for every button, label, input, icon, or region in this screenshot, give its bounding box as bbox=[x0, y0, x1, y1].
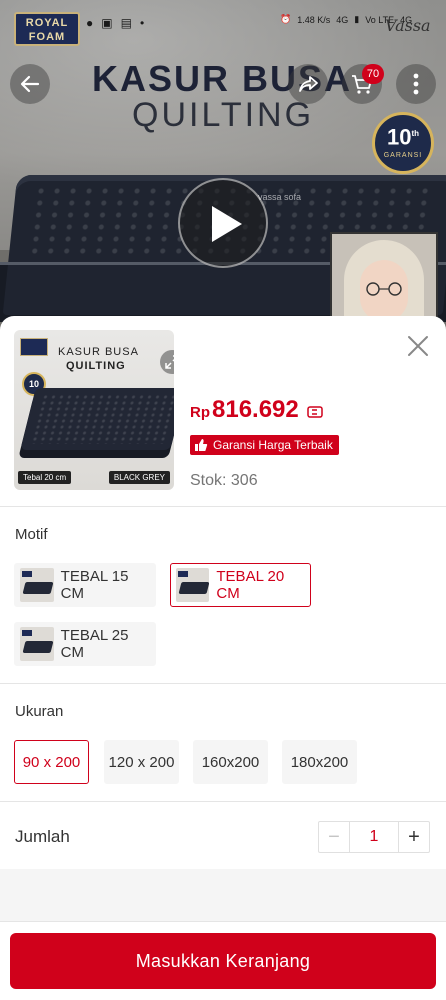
warranty-badge: 10th GARANSI bbox=[372, 112, 434, 174]
network-speed: 1.48 K/s bbox=[297, 14, 331, 25]
size-option-120x200[interactable]: 120 x 200 bbox=[104, 740, 179, 784]
play-icon bbox=[212, 206, 242, 242]
add-to-cart-button[interactable]: Masukkan Keranjang bbox=[10, 933, 436, 989]
thumb-thickness-label: Tebal 20 cm bbox=[18, 471, 72, 484]
motif-option-tebal-25[interactable]: TEBAL 25 CM bbox=[14, 622, 156, 666]
glasses-graphic bbox=[366, 282, 402, 296]
sheet-spacer bbox=[0, 869, 446, 921]
product-price: Rp 816.692 bbox=[190, 396, 323, 424]
back-button[interactable] bbox=[10, 64, 50, 104]
divider bbox=[0, 921, 446, 922]
variant-bottom-sheet: KASUR BUSA QUILTING 10 Tebal 20 cm BLACK… bbox=[0, 316, 446, 1000]
more-button[interactable] bbox=[396, 64, 436, 104]
motif-option-tebal-20[interactable]: TEBAL 20 CM bbox=[170, 563, 311, 607]
product-thumbnail[interactable]: KASUR BUSA QUILTING 10 Tebal 20 cm BLACK… bbox=[14, 330, 174, 490]
bell-notification-icon: ▣ bbox=[101, 16, 113, 30]
quantity-label: Jumlah bbox=[15, 827, 70, 846]
price-currency: Rp bbox=[190, 404, 210, 421]
size-option-90x200[interactable]: 90 x 200 bbox=[14, 740, 89, 784]
thumb-title: KASUR BUSA bbox=[58, 346, 139, 358]
dot-icon: • bbox=[139, 16, 145, 30]
status-bar: ROYAL FOAM ● ▣ ▤ • ⏰ 1.48 K/s 4G ▮ Vo LT… bbox=[0, 0, 446, 56]
watermark-brand: Vassa bbox=[385, 16, 431, 35]
motif-label: Motif bbox=[15, 526, 48, 543]
product-hero: ROYAL FOAM ● ▣ ▤ • ⏰ 1.48 K/s 4G ▮ Vo LT… bbox=[0, 0, 446, 340]
share-button[interactable] bbox=[288, 64, 328, 104]
motif-option-tebal-15[interactable]: TEBAL 15 CM bbox=[14, 563, 156, 607]
video-watermark: vassa sofa bbox=[258, 192, 302, 202]
close-icon bbox=[408, 336, 428, 356]
share-icon bbox=[299, 76, 318, 92]
stock-count: Stok: 306 bbox=[190, 472, 258, 489]
variant-thumbnail bbox=[20, 627, 54, 661]
best-price-guarantee-badge[interactable]: Garansi Harga Terbaik bbox=[190, 435, 339, 455]
ukuran-label: Ukuran bbox=[15, 703, 64, 720]
divider bbox=[0, 506, 446, 507]
close-sheet-button[interactable] bbox=[404, 332, 432, 360]
divider bbox=[0, 683, 446, 684]
price-value: 816.692 bbox=[212, 396, 299, 423]
notification-icons: ● ▣ ▤ • bbox=[86, 16, 144, 30]
variant-thumbnail bbox=[176, 568, 210, 602]
app-notification-icon: ● bbox=[86, 16, 94, 30]
thumbs-up-icon bbox=[195, 439, 208, 451]
network-type-1: 4G bbox=[336, 14, 349, 25]
size-option-160x200[interactable]: 160x200 bbox=[193, 740, 268, 784]
thumb-mattress-image bbox=[20, 388, 174, 450]
back-arrow-icon bbox=[20, 75, 40, 93]
play-video-button[interactable] bbox=[178, 178, 268, 268]
quantity-value[interactable]: 1 bbox=[350, 822, 398, 852]
quantity-increase-button[interactable]: + bbox=[398, 822, 429, 852]
variant-thumbnail bbox=[20, 568, 54, 602]
expand-icon bbox=[165, 355, 174, 369]
expand-image-button[interactable] bbox=[160, 350, 174, 374]
thumb-color-label: BLACK GREY bbox=[108, 471, 170, 484]
cart-count-badge: 70 bbox=[362, 64, 384, 84]
brand-logo: ROYAL FOAM bbox=[14, 12, 80, 46]
thumb-subtitle: QUILTING bbox=[66, 360, 126, 372]
signal-icon: ▮ bbox=[354, 14, 360, 24]
hero-subtitle: QUILTING bbox=[132, 96, 315, 134]
size-option-180x200[interactable]: 180x200 bbox=[282, 740, 357, 784]
more-icon bbox=[413, 73, 419, 95]
guarantee-label: Garansi Harga Terbaik bbox=[213, 438, 333, 452]
coin-icon bbox=[307, 406, 323, 418]
floating-video-thumbnail[interactable] bbox=[330, 232, 438, 328]
alarm-icon: ⏰ bbox=[280, 14, 292, 24]
message-notification-icon: ▤ bbox=[120, 16, 132, 30]
divider bbox=[0, 801, 446, 802]
quantity-decrease-button[interactable]: − bbox=[319, 822, 350, 852]
quantity-stepper: − 1 + bbox=[318, 821, 430, 853]
thumb-brand-logo bbox=[20, 338, 48, 356]
